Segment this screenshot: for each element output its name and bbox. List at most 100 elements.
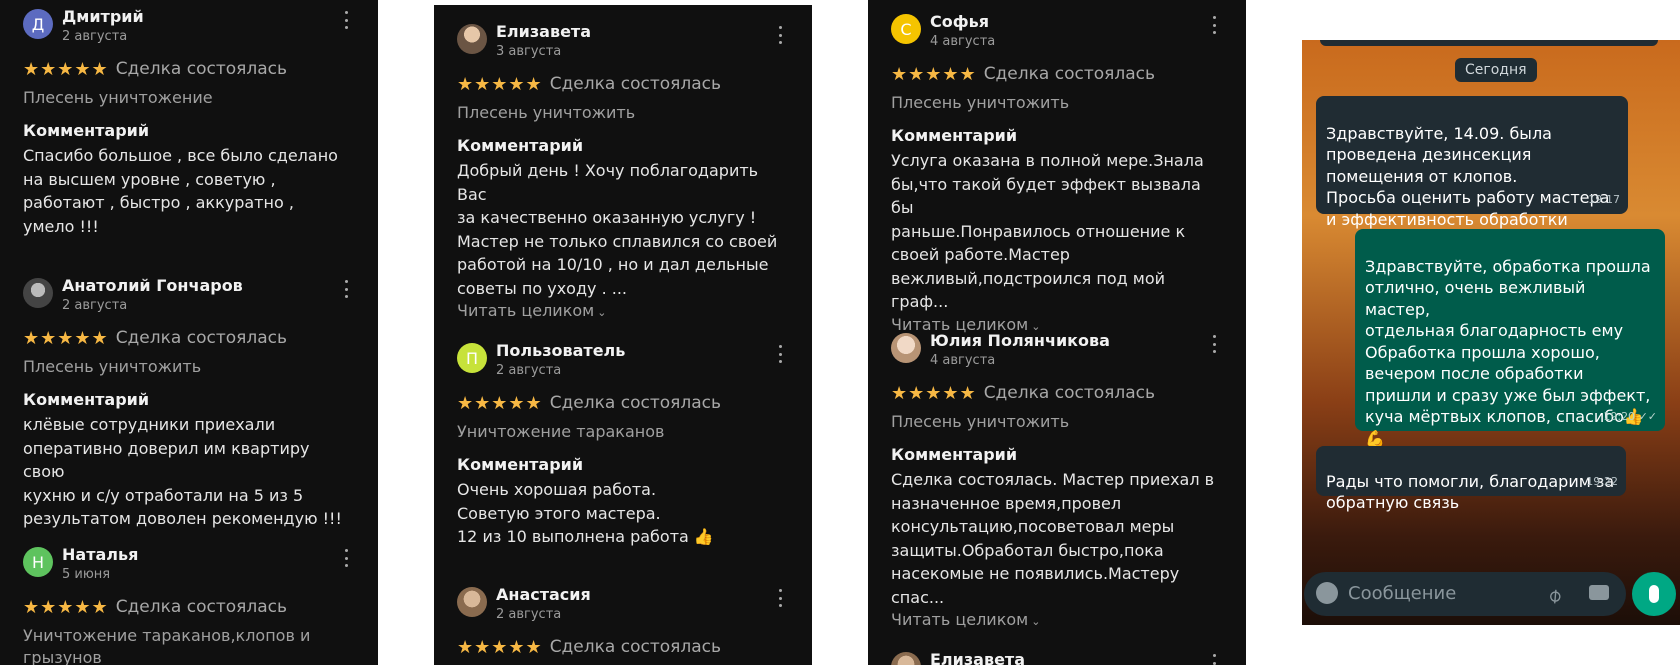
message-input[interactable]: Сообщение [1348,583,1456,604]
avatar [23,278,53,308]
deal-status: Сделка состоялась [115,59,287,79]
reviews-panel-1: Д Дмитрий 2 августа ★★★★★ Сделка состояла… [0,0,378,665]
reviews-panel-2: Елизавета 3 августа ★★★★★ Сделка состояла… [434,5,812,665]
reviewer-name: Елизавета [496,22,591,41]
reviews-panel-3: С Софья 4 августа ★★★★★ Сделка состоялась… [868,0,1246,665]
review-card: Анатолий Гончаров 2 августа ★★★★★ Сделка … [23,276,353,531]
incoming-message: Рады что помогли, благодарим за обратную… [1316,446,1626,512]
service-name: Плесень уничтожить [23,357,202,376]
comment-text: Услуга оказана в полной мере.Знала бы,чт… [891,151,1204,311]
deal-status: Сделка состоялась [549,74,721,94]
message-input-bar[interactable]: Сообщение ⌀ [1304,572,1626,616]
comment-label: Комментарий [457,455,584,474]
review-card: Юлия Полянчикова 4 августа ★★★★★ Сделка с… [891,331,1221,633]
avatar: С [891,14,921,44]
review-card: Н Наталья 5 июня ★★★★★ Сделка состоялась … [23,545,353,665]
review-date: 3 августа [496,44,562,59]
review-date: 2 августа [496,363,562,378]
read-more-link[interactable]: Читать целиком ⌄ [457,300,787,324]
more-menu-icon[interactable] [1207,16,1221,34]
reviewer-name: Елизавета [930,650,1025,665]
star-rating: ★★★★★ [23,58,109,80]
service-name: Плесень уничтожение [23,88,213,107]
star-rating: ★★★★★ [23,596,109,618]
comment-text: Очень хорошая работа. Советую этого маст… [457,480,714,546]
reviewer-name: Анатолий Гончаров [62,276,243,295]
review-date: 2 августа [62,298,128,313]
more-menu-icon[interactable] [773,26,787,44]
message-time: 19:22 [1586,474,1618,488]
avatar: Н [23,547,53,577]
reviewer-name: Пользователь [496,341,626,360]
date-separator: Сегодня [1455,58,1537,82]
star-rating: ★★★★★ [891,382,977,404]
comment-label: Комментарий [891,126,1018,145]
review-card: С Софья 4 августа ★★★★★ Сделка состоялась… [891,12,1221,338]
service-name: Уничтожение тараканов [457,422,665,441]
reviewer-name: Наталья [62,545,139,564]
message-time: 19:20 ✓✓ [1603,409,1657,423]
service-name: Плесень уничтожить [457,103,636,122]
outgoing-message: Здравствуйте, обработка прошла отлично, … [1355,229,1665,448]
more-menu-icon[interactable] [773,589,787,607]
incoming-message: Здравствуйте, 14.09. была проведена дези… [1316,96,1628,229]
comment-label: Комментарий [891,445,1018,464]
message-time: 19:17 [1588,192,1620,206]
reviewer-name: Юлия Полянчикова [930,331,1110,350]
emoji-icon[interactable] [1316,582,1338,604]
comment-label: Комментарий [23,390,150,409]
review-card: П Пользователь 2 августа ★★★★★ Сделка сос… [457,341,787,549]
more-menu-icon[interactable] [1207,654,1221,665]
avatar [891,333,921,363]
review-date: 2 августа [62,29,128,44]
review-date: 4 августа [930,34,996,49]
chevron-down-icon: ⌄ [1031,615,1041,628]
star-rating: ★★★★★ [457,392,543,414]
star-rating: ★★★★★ [891,63,977,85]
star-rating: ★★★★★ [457,636,543,658]
comment-text: Добрый день ! Хочу поблагодарить Вас за … [457,161,778,298]
deal-status: Сделка состоялась [983,64,1155,84]
deal-status: Сделка состоялась [549,637,721,657]
comment-text: Спасибо большое , все было сделано на вы… [23,146,338,236]
more-menu-icon[interactable] [339,549,353,567]
microphone-icon [1649,585,1659,603]
more-menu-icon[interactable] [339,280,353,298]
review-card: Д Дмитрий 2 августа ★★★★★ Сделка состояла… [23,7,353,238]
deal-status: Сделка состоялась [549,393,721,413]
chat-bottom-area [1302,625,1680,665]
star-rating: ★★★★★ [457,73,543,95]
deal-status: Сделка состоялась [115,597,287,617]
service-name: Плесень уничтожить [891,412,1070,431]
reviewer-name: Софья [930,12,989,31]
more-menu-icon[interactable] [773,345,787,363]
avatar: П [457,343,487,373]
avatar [457,587,487,617]
chat-top-area [1302,0,1680,40]
reviewer-name: Дмитрий [62,7,144,26]
comment-text: клёвые сотрудники приехали оперативно до… [23,415,342,528]
camera-icon[interactable] [1589,585,1609,600]
review-card: Елизавета [891,650,1221,665]
more-menu-icon[interactable] [339,11,353,29]
read-more-link[interactable]: Читать целиком ⌄ [891,609,1221,633]
previous-message [1320,40,1658,46]
double-check-icon: ✓✓ [1638,409,1657,423]
review-date: 5 июня [62,567,111,582]
review-card: Елизавета 3 августа ★★★★★ Сделка состояла… [457,22,787,324]
deal-status: Сделка состоялась [115,328,287,348]
comment-text: Сделка состоялась. Мастер приехал в назн… [891,470,1215,607]
attach-icon[interactable]: ⌀ [1542,582,1567,608]
avatar [891,652,921,665]
review-date: 4 августа [930,353,996,368]
avatar [457,24,487,54]
chevron-down-icon: ⌄ [597,306,607,319]
service-name: Плесень уничтожить [891,93,1070,112]
avatar: Д [23,9,53,39]
microphone-button[interactable] [1632,572,1676,616]
more-menu-icon[interactable] [1207,335,1221,353]
message-text: Здравствуйте, 14.09. была проведена дези… [1326,123,1610,229]
service-name: Уничтожение тараканов,клопов и грызунов [23,626,311,665]
comment-label: Комментарий [457,136,584,155]
comment-label: Комментарий [23,121,150,140]
